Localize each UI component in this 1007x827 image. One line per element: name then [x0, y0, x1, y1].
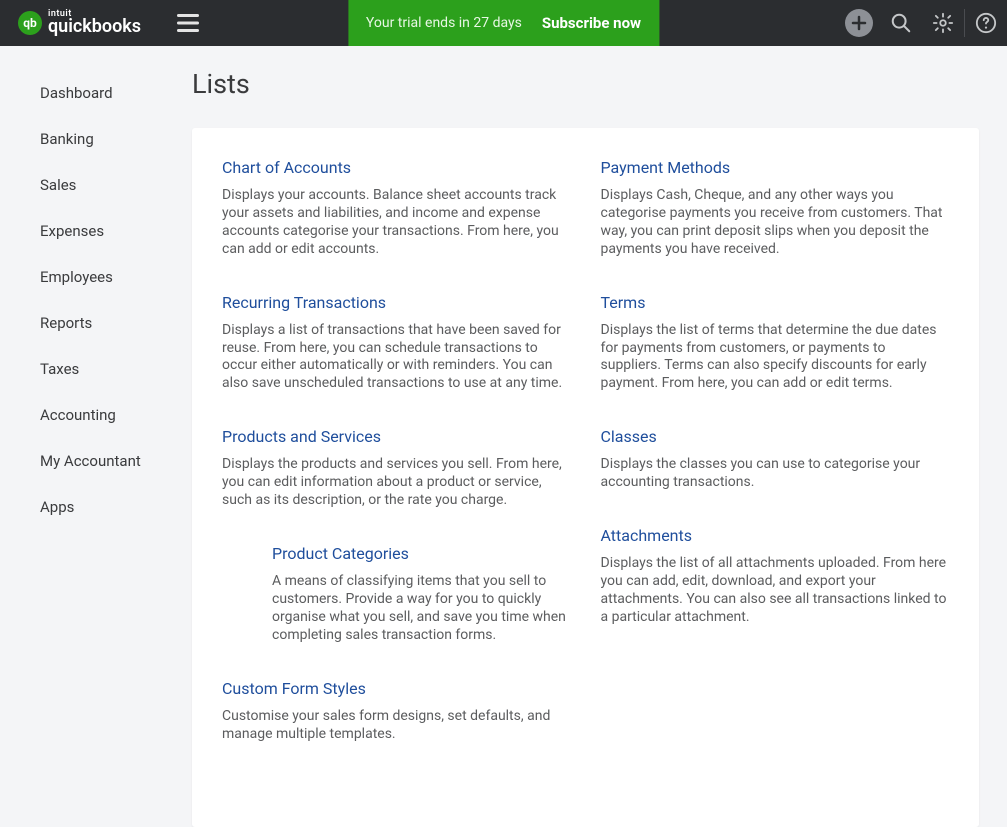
sidebar-nav: Dashboard Banking Sales Expenses Employe…	[0, 46, 192, 827]
list-desc: Customise your sales form designs, set d…	[222, 708, 571, 744]
list-link-product-categories[interactable]: Product Categories	[272, 544, 571, 563]
list-desc: Displays the classes you can use to cate…	[601, 456, 950, 492]
plus-icon	[845, 9, 873, 37]
gear-icon	[932, 12, 954, 34]
list-link-attachments[interactable]: Attachments	[601, 526, 950, 545]
qb-logo-icon: qb	[18, 11, 42, 35]
lists-right-column: Payment Methods Displays Cash, Cheque, a…	[601, 158, 950, 777]
trial-text: Your trial ends in 27 days	[366, 15, 522, 31]
list-desc: Displays Cash, Cheque, and any other way…	[601, 187, 950, 259]
lists-left-column: Chart of Accounts Displays your accounts…	[222, 158, 571, 777]
list-link-products-and-services[interactable]: Products and Services	[222, 427, 571, 446]
list-desc: Displays a list of transactions that hav…	[222, 322, 571, 394]
list-item-attachments: Attachments Displays the list of all att…	[601, 526, 950, 627]
nav-item-expenses[interactable]: Expenses	[0, 208, 192, 254]
create-button[interactable]	[838, 0, 880, 46]
hamburger-menu-icon[interactable]	[177, 14, 199, 32]
list-item-product-categories: Product Categories A means of classifyin…	[222, 544, 571, 645]
list-link-custom-form-styles[interactable]: Custom Form Styles	[222, 679, 571, 698]
brand-logo[interactable]: qb intuit quickbooks	[0, 10, 141, 36]
list-link-terms[interactable]: Terms	[601, 293, 950, 312]
list-link-chart-of-accounts[interactable]: Chart of Accounts	[222, 158, 571, 177]
list-link-recurring-transactions[interactable]: Recurring Transactions	[222, 293, 571, 312]
search-button[interactable]	[880, 0, 922, 46]
list-link-classes[interactable]: Classes	[601, 427, 950, 446]
trial-banner: Your trial ends in 27 days Subscribe now	[348, 0, 659, 46]
list-desc: Displays the list of terms that determin…	[601, 322, 950, 394]
list-item-terms: Terms Displays the list of terms that de…	[601, 293, 950, 394]
lists-card: Chart of Accounts Displays your accounts…	[192, 128, 979, 827]
list-desc: Displays the list of all attachments upl…	[601, 555, 950, 627]
list-item-payment-methods: Payment Methods Displays Cash, Cheque, a…	[601, 158, 950, 259]
brand-main-text: quickbooks	[48, 18, 141, 36]
list-item-products-and-services: Products and Services Displays the produ…	[222, 427, 571, 510]
search-icon	[890, 12, 912, 34]
nav-item-dashboard[interactable]: Dashboard	[0, 70, 192, 116]
nav-item-banking[interactable]: Banking	[0, 116, 192, 162]
list-item-classes: Classes Displays the classes you can use…	[601, 427, 950, 492]
list-link-payment-methods[interactable]: Payment Methods	[601, 158, 950, 177]
list-desc: A means of classifying items that you se…	[272, 573, 571, 645]
help-icon	[975, 12, 997, 34]
topbar: qb intuit quickbooks Your trial ends in …	[0, 0, 1007, 46]
page-title: Lists	[192, 68, 979, 100]
list-item-custom-form-styles: Custom Form Styles Customise your sales …	[222, 679, 571, 744]
topbar-actions	[838, 0, 1007, 46]
settings-button[interactable]	[922, 0, 964, 46]
help-button[interactable]	[965, 0, 1007, 46]
list-desc: Displays the products and services you s…	[222, 456, 571, 510]
nav-item-my-accountant[interactable]: My Accountant	[0, 438, 192, 484]
subscribe-button[interactable]: Subscribe now	[542, 14, 641, 32]
nav-item-accounting[interactable]: Accounting	[0, 392, 192, 438]
nav-item-taxes[interactable]: Taxes	[0, 346, 192, 392]
list-desc: Displays your accounts. Balance sheet ac…	[222, 187, 571, 259]
nav-item-apps[interactable]: Apps	[0, 484, 192, 530]
nav-item-employees[interactable]: Employees	[0, 254, 192, 300]
nav-item-sales[interactable]: Sales	[0, 162, 192, 208]
list-item-recurring-transactions: Recurring Transactions Displays a list o…	[222, 293, 571, 394]
nav-item-reports[interactable]: Reports	[0, 300, 192, 346]
list-item-chart-of-accounts: Chart of Accounts Displays your accounts…	[222, 158, 571, 259]
